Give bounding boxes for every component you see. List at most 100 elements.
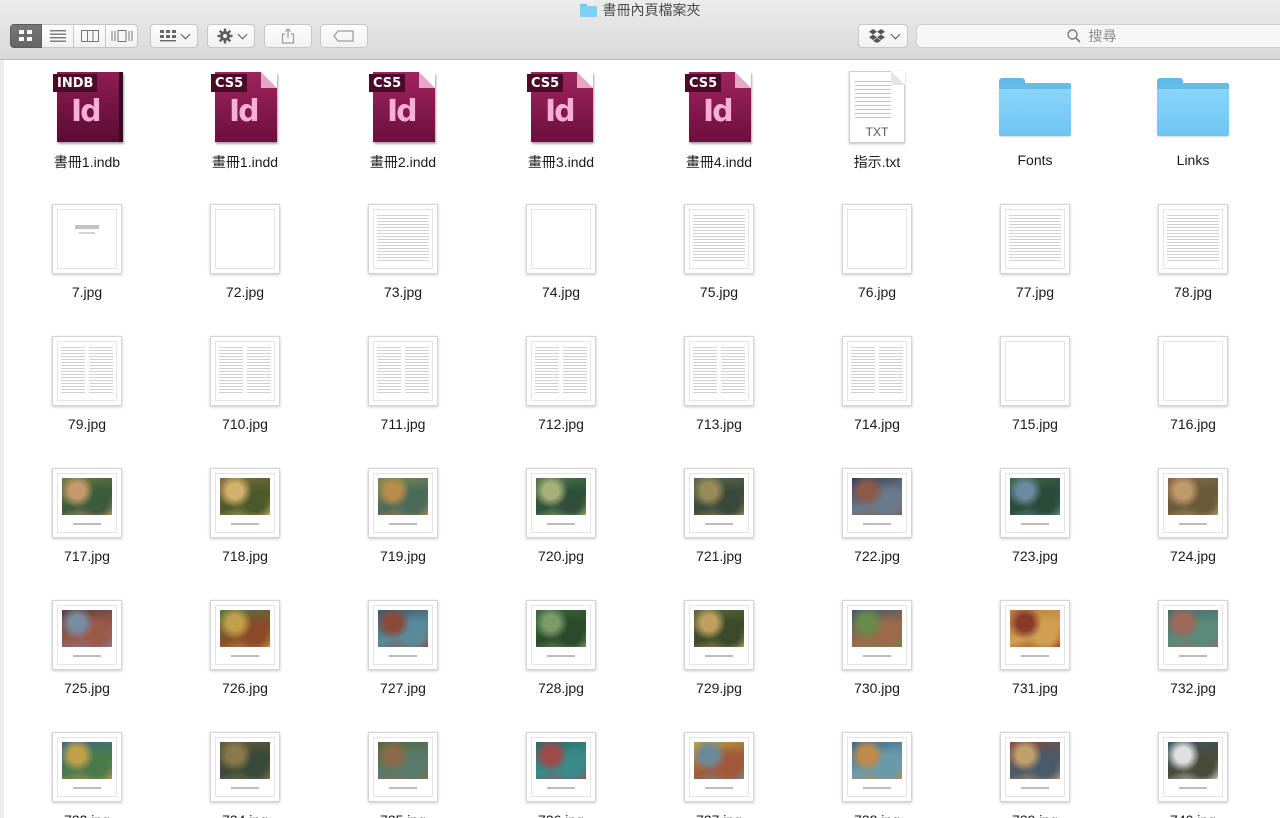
file-thumbnail[interactable] [956,198,1114,280]
file-name-label[interactable]: 722.jpg [798,548,956,564]
file-item[interactable]: 716.jpg [1114,330,1272,462]
file-item[interactable]: 731.jpg [956,594,1114,726]
file-item[interactable]: 736.jpg [482,726,640,818]
file-item[interactable]: 724.jpg [1114,462,1272,594]
file-item[interactable]: 730.jpg [798,594,956,726]
file-item[interactable]: 73.jpg [324,198,482,330]
file-item[interactable]: Fonts [956,66,1114,198]
file-name-label[interactable]: 710.jpg [166,416,324,432]
file-item[interactable]: 732.jpg [1114,594,1272,726]
search-field[interactable] [916,24,1280,48]
file-item[interactable]: 79.jpg [8,330,166,462]
file-name-label[interactable]: 719.jpg [324,548,482,564]
file-thumbnail[interactable]: Id CS5 [166,66,324,148]
file-item[interactable]: 719.jpg [324,462,482,594]
file-name-label[interactable]: 736.jpg [482,812,640,818]
file-item[interactable]: 723.jpg [956,462,1114,594]
cover-flow-view-button[interactable] [106,24,138,48]
file-thumbnail[interactable] [482,594,640,676]
file-name-label[interactable]: 716.jpg [1114,416,1272,432]
file-thumbnail[interactable] [8,726,166,808]
file-name-label[interactable]: Links [1114,152,1272,168]
file-item[interactable]: 739.jpg [956,726,1114,818]
file-item[interactable]: 711.jpg [324,330,482,462]
file-item[interactable]: Id CS5 畫冊1.indd [166,66,324,198]
file-thumbnail[interactable] [640,462,798,544]
file-item[interactable]: 72.jpg [166,198,324,330]
file-thumbnail[interactable] [166,726,324,808]
file-name-label[interactable]: 735.jpg [324,812,482,818]
file-item[interactable]: 728.jpg [482,594,640,726]
file-thumbnail[interactable] [1114,726,1272,808]
file-thumbnail[interactable] [166,594,324,676]
file-item[interactable]: 727.jpg [324,594,482,726]
file-item[interactable]: 713.jpg [640,330,798,462]
file-thumbnail[interactable] [956,462,1114,544]
file-name-label[interactable]: 72.jpg [166,284,324,300]
file-name-label[interactable]: 725.jpg [8,680,166,696]
file-item[interactable]: 74.jpg [482,198,640,330]
file-name-label[interactable]: 75.jpg [640,284,798,300]
file-name-label[interactable]: 732.jpg [1114,680,1272,696]
file-name-label[interactable]: 721.jpg [640,548,798,564]
file-name-label[interactable]: 733.jpg [8,812,166,818]
file-item[interactable]: 715.jpg [956,330,1114,462]
file-name-label[interactable]: 78.jpg [1114,284,1272,300]
file-item[interactable]: 740.jpg [1114,726,1272,818]
file-thumbnail[interactable] [798,198,956,280]
file-thumbnail[interactable] [8,462,166,544]
file-item[interactable]: Id CS5 畫冊2.indd [324,66,482,198]
file-thumbnail[interactable]: Id CS5 [482,66,640,148]
file-thumbnail[interactable] [1114,66,1272,148]
file-item[interactable]: 7.jpg [8,198,166,330]
file-item[interactable]: 726.jpg [166,594,324,726]
file-item[interactable]: 712.jpg [482,330,640,462]
list-view-button[interactable] [42,24,74,48]
file-name-label[interactable]: 720.jpg [482,548,640,564]
action-menu-button[interactable] [207,24,255,48]
share-button[interactable] [264,24,312,48]
file-item[interactable]: 729.jpg [640,594,798,726]
file-thumbnail[interactable] [640,594,798,676]
file-name-label[interactable]: 715.jpg [956,416,1114,432]
file-name-label[interactable]: 畫冊2.indd [324,152,482,172]
file-name-label[interactable]: 718.jpg [166,548,324,564]
file-item[interactable]: 733.jpg [8,726,166,818]
file-name-label[interactable]: 739.jpg [956,812,1114,818]
arrange-button[interactable] [150,24,198,48]
file-name-label[interactable]: 727.jpg [324,680,482,696]
file-name-label[interactable]: 729.jpg [640,680,798,696]
file-thumbnail[interactable] [956,726,1114,808]
file-thumbnail[interactable] [1114,594,1272,676]
file-item[interactable]: 725.jpg [8,594,166,726]
file-name-label[interactable]: 711.jpg [324,416,482,432]
file-thumbnail[interactable] [324,594,482,676]
file-thumbnail[interactable] [640,198,798,280]
file-name-label[interactable]: 737.jpg [640,812,798,818]
file-name-label[interactable]: 712.jpg [482,416,640,432]
file-name-label[interactable]: 728.jpg [482,680,640,696]
file-name-label[interactable]: 714.jpg [798,416,956,432]
file-name-label[interactable]: 畫冊3.indd [482,152,640,172]
file-item[interactable]: 717.jpg [8,462,166,594]
file-name-label[interactable]: 730.jpg [798,680,956,696]
file-thumbnail[interactable]: Id CS5 [640,66,798,148]
file-item[interactable]: Id CS5 畫冊3.indd [482,66,640,198]
file-item[interactable]: 722.jpg [798,462,956,594]
file-item[interactable]: 78.jpg [1114,198,1272,330]
file-thumbnail[interactable] [956,330,1114,412]
column-view-button[interactable] [74,24,106,48]
file-thumbnail[interactable] [640,330,798,412]
file-name-label[interactable]: 717.jpg [8,548,166,564]
file-thumbnail[interactable] [1114,462,1272,544]
file-name-label[interactable]: 指示.txt [798,152,956,172]
file-item[interactable]: TXT 指示.txt [798,66,956,198]
file-name-label[interactable]: 738.jpg [798,812,956,818]
file-thumbnail[interactable] [798,594,956,676]
file-thumbnail[interactable] [8,198,166,280]
file-name-label[interactable]: 74.jpg [482,284,640,300]
file-name-label[interactable]: 7.jpg [8,284,166,300]
file-item[interactable]: 720.jpg [482,462,640,594]
file-thumbnail[interactable] [798,726,956,808]
file-item[interactable]: 735.jpg [324,726,482,818]
